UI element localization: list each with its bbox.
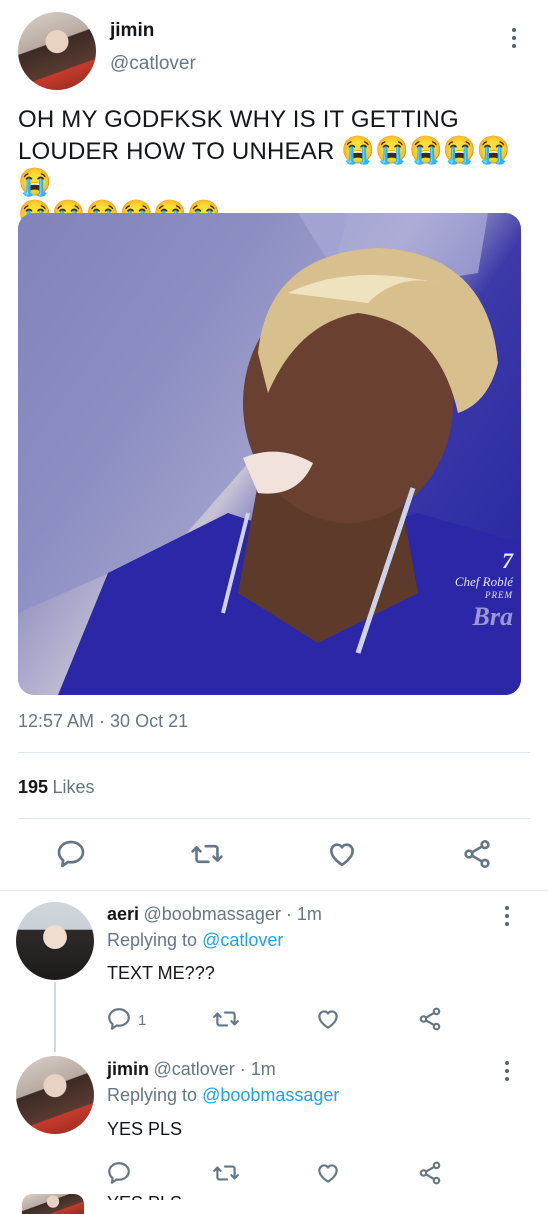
replying-to: Replying to @boobmassager — [107, 1085, 339, 1106]
tweet-timestamp[interactable]: 12:57 AM · 30 Oct 21 — [18, 711, 188, 732]
reply-text: TEXT ME??? — [107, 963, 215, 983]
replying-mention[interactable]: @catlover — [202, 930, 283, 950]
replying-to: Replying to @catlover — [107, 930, 283, 951]
share-icon[interactable] — [460, 838, 494, 875]
likes-summary[interactable]: 195 Likes — [18, 777, 95, 798]
more-vertical-icon[interactable] — [505, 906, 509, 926]
likes-count: 195 — [18, 777, 49, 797]
share-icon[interactable] — [416, 1160, 444, 1191]
watermark-premiere: PREM — [485, 590, 513, 600]
reply-avatar[interactable] — [22, 1194, 84, 1214]
tweet-text-line2: LOUDER HOW TO UNHEAR — [18, 138, 335, 165]
divider — [18, 818, 530, 819]
tweet-text-line2-row: LOUDER HOW TO UNHEAR 😭😭😭😭😭😭 — [18, 135, 538, 199]
more-vertical-icon[interactable] — [505, 1061, 509, 1081]
likes-label: Likes — [52, 777, 95, 797]
reply-author-name[interactable]: jimin — [107, 1059, 149, 1079]
watermark-caption: Chef Roblé — [454, 574, 513, 589]
watermark-network: Bra — [472, 602, 513, 631]
retweet-icon[interactable] — [212, 1160, 240, 1191]
reply-text: YES PLS — [107, 1119, 183, 1139]
heart-icon[interactable] — [314, 1006, 342, 1037]
divider — [18, 752, 530, 753]
reply-icon[interactable] — [106, 1006, 132, 1037]
replying-mention[interactable]: @boobmassager — [202, 1085, 339, 1105]
author-handle[interactable]: @catlover — [110, 53, 196, 75]
reply-count: 1 — [138, 1012, 147, 1029]
reply-icon[interactable] — [106, 1160, 132, 1191]
watermark-number: 7 — [502, 548, 513, 573]
author-name[interactable]: jimin — [110, 20, 154, 42]
reply-avatar[interactable] — [16, 1056, 94, 1134]
more-vertical-icon[interactable] — [512, 28, 516, 48]
divider — [0, 890, 548, 891]
reply-header: jimin @catlover · 1m — [107, 1059, 276, 1080]
heart-icon[interactable] — [314, 1160, 342, 1191]
reply-text-partial: YES PLS — [107, 1192, 182, 1200]
retweet-icon[interactable] — [212, 1006, 240, 1037]
reply-avatar[interactable] — [16, 902, 94, 980]
media-watermark: 7 Chef Roblé PREM Bra — [455, 548, 513, 632]
thread-connector — [54, 982, 56, 1052]
reply-author-name[interactable]: aeri — [107, 904, 139, 924]
reply-icon[interactable] — [55, 838, 87, 875]
reply-author-handle[interactable]: @catlover · 1m — [153, 1059, 275, 1079]
tweet-media-image[interactable]: 7 Chef Roblé PREM Bra — [18, 213, 521, 695]
replying-prefix: Replying to — [107, 930, 198, 950]
reply-author-handle[interactable]: @boobmassager · 1m — [143, 904, 321, 924]
replying-prefix: Replying to — [107, 1085, 198, 1105]
share-icon[interactable] — [416, 1006, 444, 1037]
tweet-text: OH MY GODFKSK WHY IS IT GETTING LOUDER H… — [18, 104, 538, 230]
retweet-icon[interactable] — [190, 838, 224, 875]
heart-icon[interactable] — [325, 838, 359, 875]
reply-header: aeri @boobmassager · 1m — [107, 904, 322, 925]
author-avatar[interactable] — [18, 12, 96, 90]
tweet-text-line1: OH MY GODFKSK WHY IS IT GETTING — [18, 106, 459, 133]
